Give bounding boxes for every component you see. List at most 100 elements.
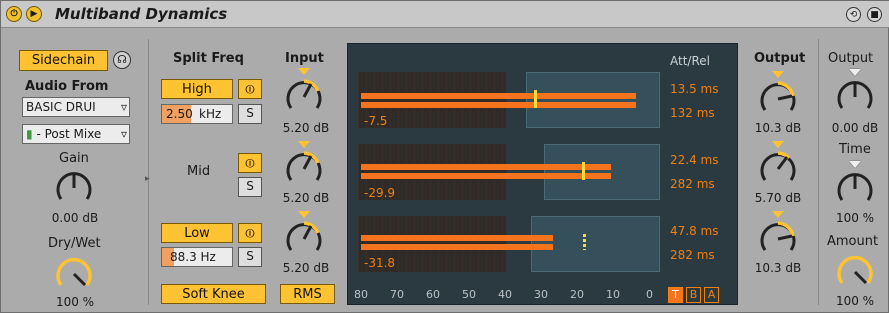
section-divider	[148, 39, 149, 305]
scale-tick: 70	[390, 288, 404, 301]
dynamics-display[interactable]: -7.5 -29.9 -31.8 Att/Rel 13.5 ms 132 ms …	[347, 43, 738, 305]
input-high-value: 5.20 dB	[282, 121, 330, 135]
time-label: Time	[839, 142, 871, 157]
band-mid-level-bar-a	[361, 164, 611, 170]
band-mid-threshold-region[interactable]	[544, 144, 660, 200]
band-mid-attack[interactable]: 22.4 ms	[670, 153, 718, 167]
low-band-power-icon[interactable]: ⏼	[238, 223, 262, 243]
low-freq-field[interactable]: 88.3 Hz	[161, 247, 233, 267]
input-mid-marker-icon	[298, 141, 310, 148]
high-freq-field[interactable]: 2.50 kHz	[161, 104, 233, 124]
band-high-threshold-region[interactable]	[526, 72, 660, 128]
low-band-button[interactable]: Low	[161, 223, 233, 243]
save-preset-icon[interactable]: ■	[867, 7, 882, 22]
hot-swap-icon[interactable]: ⟲	[846, 7, 861, 22]
post-mixer-select[interactable]: ▮ - Post Mixe ▿	[22, 124, 130, 144]
a-button[interactable]: A	[704, 287, 719, 303]
output-high-knob[interactable]	[758, 79, 798, 119]
chevron-down-icon: ▿	[120, 100, 127, 114]
headphones-icon[interactable]: ☊	[113, 51, 131, 69]
output-header: Output	[754, 51, 806, 66]
high-band-power-icon[interactable]: ⏼	[238, 79, 262, 99]
global-output-knob[interactable]	[835, 77, 875, 117]
output-high-marker-icon	[772, 71, 784, 78]
input-mid-knob[interactable]	[284, 149, 324, 189]
expand-arrow-icon[interactable]: ▸	[145, 174, 150, 184]
input-high-marker-icon	[298, 68, 310, 75]
input-header: Input	[285, 51, 324, 66]
device-fold-icon[interactable]: ▶	[26, 6, 42, 22]
drywet-knob[interactable]	[54, 254, 94, 294]
mid-band-power-icon[interactable]: ⏼	[238, 153, 262, 173]
time-value: 100 %	[835, 211, 875, 225]
att-rel-header: Att/Rel	[670, 54, 710, 68]
audio-from-label: Audio From	[25, 79, 109, 94]
scale-tick: 50	[462, 288, 476, 301]
device-power-icon[interactable]: ⏻	[6, 6, 22, 22]
scale-tick: 60	[426, 288, 440, 301]
gain-label: Gain	[59, 151, 89, 166]
input-low-knob[interactable]	[284, 219, 324, 259]
band-mid-peak-marker	[582, 162, 585, 180]
input-mid-value: 5.20 dB	[282, 191, 330, 205]
band-high-level-bar-a	[361, 93, 636, 99]
low-solo-button[interactable]: S	[238, 247, 262, 267]
section-divider	[818, 39, 819, 305]
time-knob[interactable]	[835, 169, 875, 209]
band-high-level: -7.5	[364, 114, 388, 128]
meter-icon: ▮	[26, 127, 33, 141]
output-high-value: 10.3 dB	[754, 121, 802, 135]
device-title-bar: ⏻ ▶ Multiband Dynamics ⟲ ■	[1, 1, 889, 28]
scale-tick: 0	[646, 288, 653, 301]
global-output-value: 0.00 dB	[831, 121, 879, 135]
band-low-level-bar-a	[361, 235, 553, 241]
global-output-marker-icon	[849, 69, 861, 76]
scale-tick: 10	[606, 288, 620, 301]
rms-button[interactable]: RMS	[280, 284, 335, 304]
band-high-release[interactable]: 132 ms	[670, 106, 715, 120]
mid-band-label: Mid	[187, 164, 211, 179]
output-low-value: 10.3 dB	[754, 261, 802, 275]
band-low-attack[interactable]: 47.8 ms	[670, 224, 718, 238]
band-mid-level-bar-b	[361, 173, 611, 179]
t-button[interactable]: T	[668, 287, 683, 303]
input-high-knob[interactable]	[284, 77, 324, 117]
band-low-release[interactable]: 282 ms	[670, 248, 715, 262]
drywet-value: 100 %	[55, 295, 95, 309]
high-band-button[interactable]: High	[161, 79, 233, 99]
band-low-peak-marker	[583, 234, 586, 250]
band-mid-release[interactable]: 282 ms	[670, 177, 715, 191]
scale-tick: 30	[534, 288, 548, 301]
device-title: Multiband Dynamics	[55, 5, 228, 23]
amount-value: 100 %	[835, 294, 875, 308]
gain-knob[interactable]	[54, 168, 94, 208]
band-high-peak-marker	[534, 90, 537, 108]
global-output-label: Output	[828, 51, 874, 66]
band-mid-level: -29.9	[364, 186, 396, 200]
multiband-dynamics-device: ⏻ ▶ Multiband Dynamics ⟲ ■ Sidechain ☊ A…	[0, 0, 889, 313]
output-low-marker-icon	[772, 211, 784, 218]
gain-value: 0.00 dB	[51, 211, 99, 225]
input-low-value: 5.20 dB	[282, 261, 330, 275]
high-solo-button[interactable]: S	[238, 104, 262, 124]
sidechain-button[interactable]: Sidechain	[19, 50, 108, 71]
output-mid-value: 5.70 dB	[754, 191, 802, 205]
audio-source-select[interactable]: BASIC DRUI ▿	[22, 97, 130, 117]
soft-knee-button[interactable]: Soft Knee	[161, 284, 266, 304]
b-button[interactable]: B	[686, 287, 701, 303]
chevron-down-icon: ▿	[120, 127, 127, 141]
split-freq-header: Split Freq	[173, 51, 244, 66]
mid-solo-button[interactable]: S	[238, 177, 262, 197]
output-mid-knob[interactable]	[758, 149, 798, 189]
amount-knob[interactable]	[835, 252, 875, 292]
scale-tick: 40	[498, 288, 512, 301]
band-high-level-bar-b	[361, 102, 636, 108]
band-high-attack[interactable]: 13.5 ms	[670, 82, 718, 96]
output-mid-marker-icon	[772, 141, 784, 148]
band-low-level: -31.8	[364, 256, 396, 270]
band-low-level-bar-b	[361, 244, 553, 250]
output-low-knob[interactable]	[758, 219, 798, 259]
amount-label: Amount	[827, 234, 879, 249]
scale-tick: 20	[570, 288, 584, 301]
drywet-label: Dry/Wet	[48, 236, 101, 251]
